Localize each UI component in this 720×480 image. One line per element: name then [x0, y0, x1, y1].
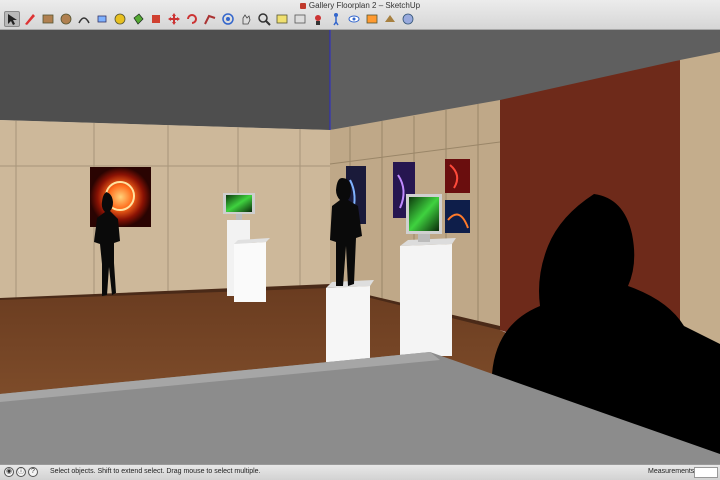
window-title-text: Gallery Floorplan 2 – SketchUp: [308, 1, 421, 10]
position-camera-tool-button[interactable]: [310, 11, 326, 27]
measurements-input[interactable]: [694, 467, 718, 478]
3d-viewport[interactable]: [0, 30, 720, 464]
artwork-blue-2[interactable]: [445, 200, 470, 233]
arc-tool-button[interactable]: [76, 11, 92, 27]
status-message: Select objects. Shift to extend select. …: [50, 468, 261, 475]
zoom-extents-tool-icon: [276, 14, 288, 24]
orbit-tool-icon: [222, 13, 234, 25]
tape-measure-tool-icon: [114, 13, 126, 25]
rotate-tool-button[interactable]: [184, 11, 200, 27]
zoom-tool-icon: [258, 13, 271, 26]
paint-bucket-tool-icon: [133, 13, 144, 25]
status-bar: ◉ ⓘ ? Select objects. Shift to extend se…: [0, 464, 720, 480]
look-around-tool-button[interactable]: [346, 11, 362, 27]
walk-tool-icon: [333, 13, 339, 26]
instructor-icon[interactable]: ?: [28, 467, 38, 477]
tape-measure-tool-button[interactable]: [112, 11, 128, 27]
zoom-tool-button[interactable]: [256, 11, 272, 27]
pencil-tool-icon: [25, 14, 35, 25]
status-icons: ◉ ⓘ ?: [4, 467, 38, 477]
warehouse-tool-icon: [402, 13, 414, 25]
pan-tool-icon: [242, 14, 251, 25]
orbit-tool-button[interactable]: [220, 11, 236, 27]
add-location-tool-icon: [385, 15, 395, 22]
rectangle-tool-button[interactable]: [40, 11, 56, 27]
arc-tool-icon: [78, 17, 90, 24]
follow-me-tool-button[interactable]: [202, 11, 218, 27]
zoom-extents-tool-button[interactable]: [274, 11, 290, 27]
credits-icon[interactable]: ⓘ: [16, 467, 26, 477]
geo-location-icon[interactable]: ◉: [4, 467, 14, 477]
main-toolbar: [4, 11, 416, 27]
pedestal-back-short[interactable]: [234, 242, 266, 302]
push-pull-tool-icon: [152, 15, 160, 23]
walk-tool-button[interactable]: [328, 11, 344, 27]
section-plane-tool-button[interactable]: [364, 11, 380, 27]
select-tool-icon: [8, 14, 17, 25]
warehouse-tool-button[interactable]: [400, 11, 416, 27]
circle-tool-button[interactable]: [58, 11, 74, 27]
document-icon: [299, 2, 306, 9]
move-tool-button[interactable]: [166, 11, 182, 27]
select-tool-button[interactable]: [4, 11, 20, 27]
position-camera-tool-icon: [315, 15, 321, 25]
follow-me-tool-icon: [204, 14, 216, 25]
rectangle-tool-icon: [42, 14, 54, 24]
scene-canvas[interactable]: [0, 30, 720, 464]
pedestal-center[interactable]: [326, 286, 370, 362]
look-around-tool-icon: [348, 15, 360, 23]
section-plane-tool-icon: [366, 14, 378, 24]
pan-tool-button[interactable]: [238, 11, 254, 27]
ceiling-left: [0, 30, 330, 130]
move-tool-icon: [168, 13, 180, 25]
window-title: Gallery Floorplan 2 – SketchUp: [0, 1, 720, 10]
circle-tool-icon: [60, 13, 72, 25]
previous-view-tool-button[interactable]: [292, 11, 308, 27]
measurements-label: Measurements: [648, 468, 695, 475]
rotate-tool-icon: [187, 14, 197, 24]
add-location-tool-button[interactable]: [382, 11, 398, 27]
push-pull-tool-button[interactable]: [148, 11, 164, 27]
back-wall: [0, 120, 330, 300]
pencil-tool-button[interactable]: [22, 11, 38, 27]
previous-view-tool-icon: [294, 14, 306, 24]
paint-bucket-tool-button[interactable]: [130, 11, 146, 27]
eraser-tool-button[interactable]: [94, 11, 110, 27]
window-title-bar: Gallery Floorplan 2 – SketchUp: [0, 0, 720, 30]
eraser-tool-icon: [97, 15, 107, 23]
